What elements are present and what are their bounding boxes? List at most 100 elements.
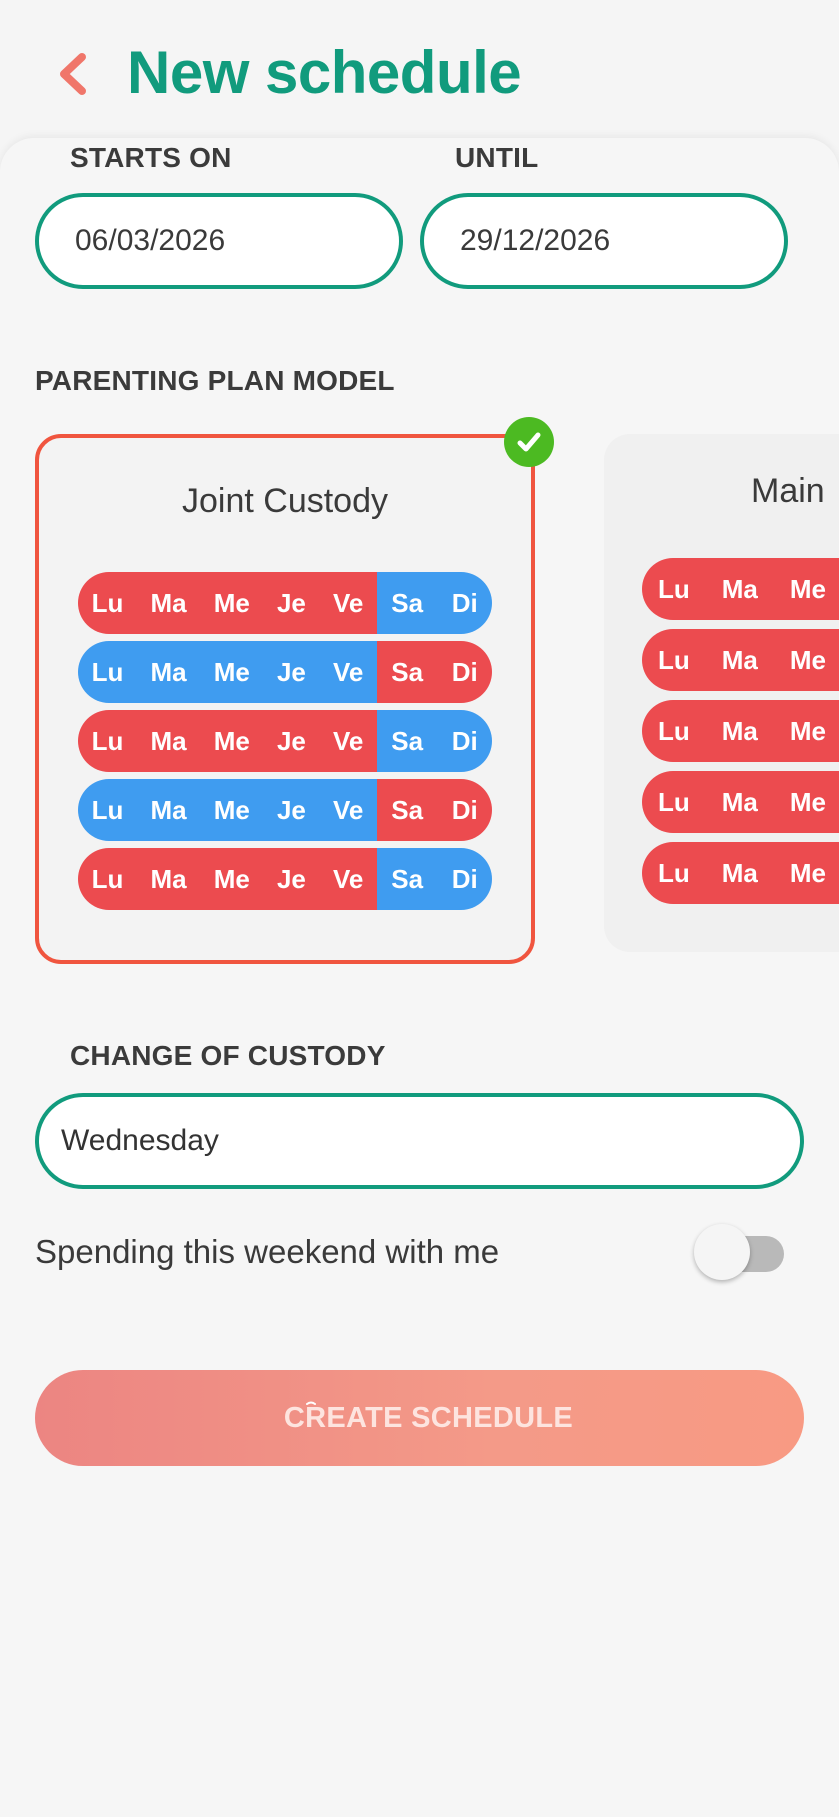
new-schedule-screen: New schedule STARTS ON UNTIL 06/03/2026 … [0, 0, 839, 1817]
starts-on-value: 06/03/2026 [75, 224, 226, 257]
day-label: Sa [391, 794, 424, 825]
day-label: Je [276, 725, 306, 756]
weekend-toggle-label: Spending this weekend with me [35, 1233, 500, 1270]
day-label: Me [789, 573, 826, 604]
day-label: Ve [333, 587, 364, 618]
week-row: Lu Ma Me [642, 700, 839, 762]
weekdays-segment: Lu Ma Me Je Ve [78, 572, 377, 634]
day-label: Lu [657, 644, 690, 675]
day-label: Lu [91, 794, 124, 825]
check-circle-icon [517, 432, 541, 452]
app-header: New schedule [0, 0, 839, 140]
weekdays-segment: Lu Ma Me Je Ve [78, 779, 377, 841]
day-label: Lu [657, 715, 690, 746]
day-label: Je [276, 794, 306, 825]
weekdays-segment: Lu Ma Me [642, 558, 839, 620]
weekdays-segment: Lu Ma Me [642, 700, 839, 762]
week-row: Lu Ma Me Je Ve Sa Di [78, 572, 492, 634]
weekend-toggle[interactable] [694, 1222, 790, 1282]
page-title: New schedule [127, 39, 522, 106]
day-label: Ma [721, 573, 758, 604]
day-label: Me [789, 644, 826, 675]
create-schedule-button[interactable]: CREATE SCHEDULE [35, 1370, 804, 1466]
week-row: Lu Ma Me Je Ve Sa Di [78, 710, 492, 772]
day-label: Ve [333, 794, 364, 825]
change-of-custody-field[interactable]: Wednesday [35, 1093, 804, 1189]
day-label: Ma [721, 715, 758, 746]
day-label: Me [213, 863, 250, 894]
weekend-segment: Sa Di [377, 848, 492, 910]
day-label: Ma [721, 857, 758, 888]
day-label: Ma [150, 587, 187, 618]
until-label: UNTIL [455, 142, 539, 173]
starts-on-field[interactable]: 06/03/2026 [35, 193, 403, 289]
weekdays-segment: Lu Ma Me Je Ve [78, 710, 377, 772]
day-label: Je [276, 656, 306, 687]
change-of-custody-label: CHANGE OF CUSTODY [70, 1040, 386, 1071]
weekend-segment: Sa Di [377, 572, 492, 634]
day-label: Lu [91, 725, 124, 756]
week-row: Lu Ma Me Je Ve Sa Di [78, 641, 492, 703]
day-label: Me [789, 786, 826, 817]
day-label: Lu [657, 786, 690, 817]
day-label: Me [213, 794, 250, 825]
starts-on-label: STARTS ON [70, 142, 232, 173]
weekdays-segment: Lu Ma Me [642, 771, 839, 833]
day-label: Lu [657, 857, 690, 888]
weekend-segment: Sa Di [377, 779, 492, 841]
day-label: Ma [721, 786, 758, 817]
day-label: Ma [150, 656, 187, 687]
day-label: Sa [391, 656, 424, 687]
plan-card-title: Joint Custody [182, 482, 388, 520]
until-field[interactable]: 29/12/2026 [420, 193, 788, 289]
weekdays-segment: Lu Ma Me [642, 629, 839, 691]
weekdays-segment: Lu Ma Me Je Ve [78, 848, 377, 910]
day-label: Ve [333, 656, 364, 687]
day-label: Me [213, 656, 250, 687]
day-label: Di [451, 725, 478, 756]
day-label: Di [451, 794, 478, 825]
day-label: Ma [150, 794, 187, 825]
plan-card-main[interactable]: Main Lu Ma Me Lu Ma Me Lu Ma Me Lu Ma Me… [604, 434, 839, 952]
week-row: Lu Ma Me [642, 842, 839, 904]
change-of-custody-value: Wednesday [61, 1124, 219, 1157]
back-button[interactable] [48, 44, 98, 104]
day-label: Ma [721, 644, 758, 675]
day-label: Sa [391, 725, 424, 756]
day-label: Me [213, 587, 250, 618]
week-row: Lu Ma Me [642, 558, 839, 620]
create-schedule-label: CREATE SCHEDULE [283, 1401, 574, 1434]
toggle-knob [694, 1224, 750, 1280]
selected-badge [504, 417, 554, 467]
weekdays-segment: Lu Ma Me Je Ve [78, 641, 377, 703]
day-label: Lu [91, 863, 124, 894]
until-value: 29/12/2026 [460, 224, 611, 257]
day-label: Ma [150, 863, 187, 894]
day-label: Je [276, 587, 306, 618]
weekdays-segment: Lu Ma Me [642, 842, 839, 904]
day-label: Me [789, 857, 826, 888]
day-label: Di [451, 656, 478, 687]
weekend-segment: Sa Di [377, 710, 492, 772]
day-label: Ve [333, 863, 364, 894]
day-label: Me [213, 725, 250, 756]
day-label: Je [276, 863, 306, 894]
day-label: Lu [657, 573, 690, 604]
chevron-left-icon [60, 53, 86, 95]
day-label: Sa [391, 587, 424, 618]
weekend-segment: Sa Di [377, 641, 492, 703]
plan-card-title: Main [751, 472, 825, 510]
week-row: Lu Ma Me [642, 629, 839, 691]
day-label: Ma [150, 725, 187, 756]
week-row: Lu Ma Me Je Ve Sa Di [78, 848, 492, 910]
week-row: Lu Ma Me Je Ve Sa Di [78, 779, 492, 841]
plan-card-joint-custody[interactable]: Joint Custody Lu Ma Me Je Ve Sa Di Lu Ma… [35, 434, 535, 964]
week-row: Lu Ma Me [642, 771, 839, 833]
day-label: Di [451, 863, 478, 894]
day-label: Lu [91, 587, 124, 618]
day-label: Me [789, 715, 826, 746]
day-label: Ve [333, 725, 364, 756]
parenting-plan-label: PARENTING PLAN MODEL [35, 365, 395, 396]
spinner-icon [306, 1401, 316, 1405]
day-label: Sa [391, 863, 424, 894]
